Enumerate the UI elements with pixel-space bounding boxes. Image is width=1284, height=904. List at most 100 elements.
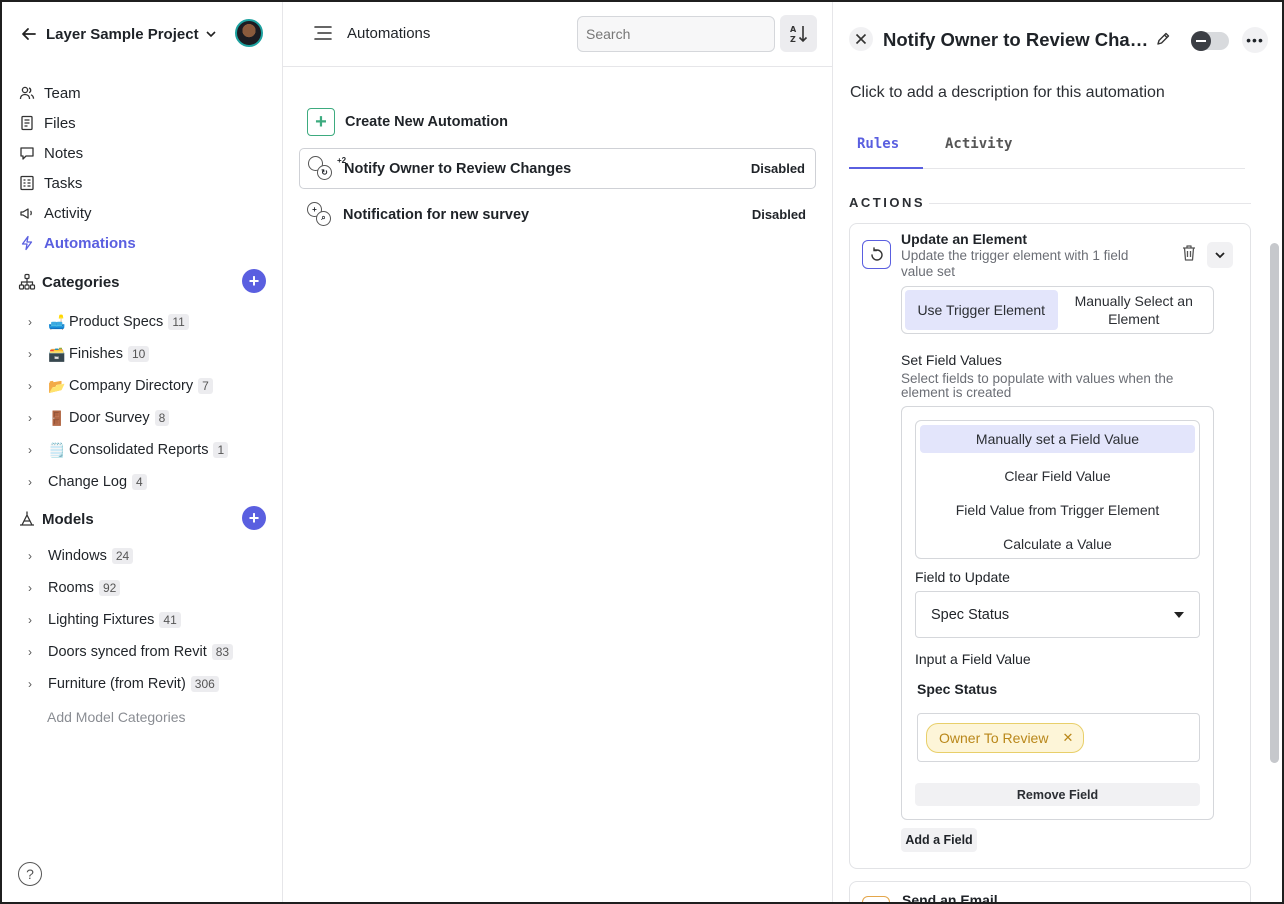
menu-icon[interactable] — [313, 25, 333, 41]
models-header[interactable]: Models + — [18, 505, 268, 533]
value-mode-options: Manually set a Field Value Clear Field V… — [915, 420, 1200, 559]
field-to-update-label: Field to Update — [915, 569, 1010, 585]
nav-label: Tasks — [44, 174, 83, 192]
tab-activity[interactable]: Activity — [937, 128, 1020, 169]
help-icon[interactable]: ? — [18, 862, 42, 886]
tag-label: Owner To Review — [939, 729, 1049, 746]
scrollbar[interactable] — [1270, 243, 1279, 763]
category-emoji: 🗒️ — [48, 441, 66, 458]
nav-item-notes[interactable]: Notes — [18, 138, 268, 168]
model-item[interactable]: › Doors synced from Revit 83 — [28, 636, 278, 668]
count-badge: 24 — [111, 548, 134, 564]
automation-detail-pane: Notify Owner to Review Changes ••• Click… — [833, 0, 1284, 904]
option-from-trigger[interactable]: Field Value from Trigger Element — [920, 493, 1195, 527]
chevron-right-icon[interactable]: › — [28, 475, 38, 489]
category-item[interactable]: › 📂 Company Directory 7 — [28, 370, 278, 402]
category-item[interactable]: › 🛋️ Product Specs 11 — [28, 306, 278, 338]
option-manual-value[interactable]: Manually set a Field Value — [920, 425, 1195, 453]
category-item[interactable]: › 🗃️ Finishes 10 — [28, 338, 278, 370]
description-placeholder[interactable]: Click to add a description for this auto… — [850, 84, 1165, 102]
collapse-button[interactable] — [1207, 242, 1233, 268]
sort-az-icon: AZ — [790, 25, 807, 44]
chevron-right-icon[interactable]: › — [28, 645, 38, 659]
nav-item-files[interactable]: Files — [18, 108, 268, 138]
create-label: Create New Automation — [345, 114, 509, 130]
category-item[interactable]: › 🗒️ Consolidated Reports 1 — [28, 434, 278, 466]
list-header: Automations AZ — [283, 0, 833, 67]
close-button[interactable] — [849, 27, 873, 51]
detail-tabs: Rules Activity — [849, 128, 1245, 169]
chevron-right-icon[interactable]: › — [28, 549, 38, 563]
category-label: Consolidated Reports — [69, 442, 209, 458]
add-model-button[interactable]: + — [242, 506, 266, 530]
activity-icon — [18, 204, 36, 222]
automation-row[interactable]: + ⌕ Notification for new survey Disabled — [299, 194, 816, 235]
model-label: Windows — [48, 548, 107, 564]
models-tree: › Windows 24 › Rooms 92 › Lighting Fixtures 41… — [28, 540, 278, 700]
automations-list-pane: Automations AZ + Create New Automation ↻… — [283, 0, 833, 904]
page-title: Automations — [347, 25, 431, 42]
enable-toggle[interactable] — [1191, 31, 1229, 51]
nav-item-activity[interactable]: Activity — [18, 198, 268, 228]
tab-rules[interactable]: Rules — [849, 128, 923, 169]
model-item[interactable]: › Furniture (from Revit) 306 — [28, 668, 278, 700]
chevron-right-icon[interactable]: › — [28, 379, 38, 393]
field-value-tag-input[interactable]: Owner To Review ✕ — [917, 713, 1200, 762]
chevron-right-icon[interactable]: › — [28, 347, 38, 361]
rules-scroll-area: ACTIONS Update an Element Update the tri… — [833, 170, 1284, 904]
pencil-icon[interactable] — [1155, 31, 1171, 47]
trash-icon[interactable] — [1181, 244, 1197, 262]
create-automation-button[interactable]: + Create New Automation — [307, 108, 508, 136]
project-switcher[interactable]: Layer Sample Project — [20, 20, 266, 48]
more-options-icon[interactable]: ••• — [1242, 27, 1268, 53]
project-name[interactable]: Layer Sample Project — [46, 26, 199, 43]
manually-select-element-option[interactable]: Manually Select an Element — [1058, 290, 1211, 330]
avatar[interactable] — [235, 19, 263, 47]
automation-title[interactable]: Notify Owner to Review Changes — [883, 29, 1151, 51]
chevron-down-icon[interactable] — [205, 28, 217, 40]
model-label: Doors synced from Revit — [48, 644, 207, 660]
chevron-right-icon[interactable]: › — [28, 613, 38, 627]
sort-button[interactable]: AZ — [780, 15, 817, 52]
option-calculate[interactable]: Calculate a Value — [920, 527, 1195, 561]
chevron-right-icon[interactable]: › — [28, 443, 38, 457]
select-value: Spec Status — [931, 606, 1010, 623]
back-arrow-icon[interactable] — [20, 25, 38, 43]
extra-count: +2 — [337, 155, 347, 165]
model-label: Lighting Fixtures — [48, 612, 155, 628]
toggle-knob — [1191, 31, 1211, 51]
add-category-button[interactable]: + — [242, 269, 266, 293]
remove-tag-icon[interactable]: ✕ — [1062, 730, 1073, 746]
count-badge: 92 — [98, 580, 121, 596]
model-item[interactable]: › Lighting Fixtures 41 — [28, 604, 278, 636]
field-to-update-select[interactable]: Spec Status — [915, 591, 1200, 638]
automation-row[interactable]: ↻ +2 Notify Owner to Review Changes Disa… — [299, 148, 816, 189]
field-value-config: Manually set a Field Value Clear Field V… — [901, 406, 1214, 820]
model-item[interactable]: › Rooms 92 — [28, 572, 278, 604]
count-badge: 83 — [211, 644, 234, 660]
nav-item-tasks[interactable]: Tasks — [18, 168, 268, 198]
chevron-right-icon[interactable]: › — [28, 315, 38, 329]
category-item[interactable]: › Change Log 4 — [28, 466, 278, 498]
chevron-right-icon[interactable]: › — [28, 411, 38, 425]
nav-item-automations[interactable]: Automations — [18, 228, 268, 258]
update-element-icon — [862, 240, 891, 269]
main-nav: Team Files Notes Tasks Activity Automati… — [18, 78, 268, 258]
count-badge: 7 — [198, 378, 213, 394]
category-item[interactable]: › 🚪 Door Survey 8 — [28, 402, 278, 434]
search-input[interactable] — [577, 16, 775, 52]
use-trigger-element-option[interactable]: Use Trigger Element — [905, 290, 1058, 330]
dropdown-arrow-icon — [1174, 611, 1184, 618]
value-tag: Owner To Review ✕ — [926, 722, 1085, 753]
chevron-right-icon[interactable]: › — [28, 581, 38, 595]
option-clear-value[interactable]: Clear Field Value — [920, 459, 1195, 493]
categories-header[interactable]: Categories + — [18, 268, 268, 296]
add-field-button[interactable]: Add a Field — [901, 828, 977, 852]
nav-item-team[interactable]: Team — [18, 78, 268, 108]
chevron-right-icon[interactable]: › — [28, 677, 38, 691]
chevron-down-icon — [1215, 252, 1225, 259]
add-model-categories-link[interactable]: Add Model Categories — [47, 709, 186, 725]
model-item[interactable]: › Windows 24 — [28, 540, 278, 572]
remove-field-button[interactable]: Remove Field — [915, 783, 1200, 806]
team-icon — [18, 84, 36, 102]
